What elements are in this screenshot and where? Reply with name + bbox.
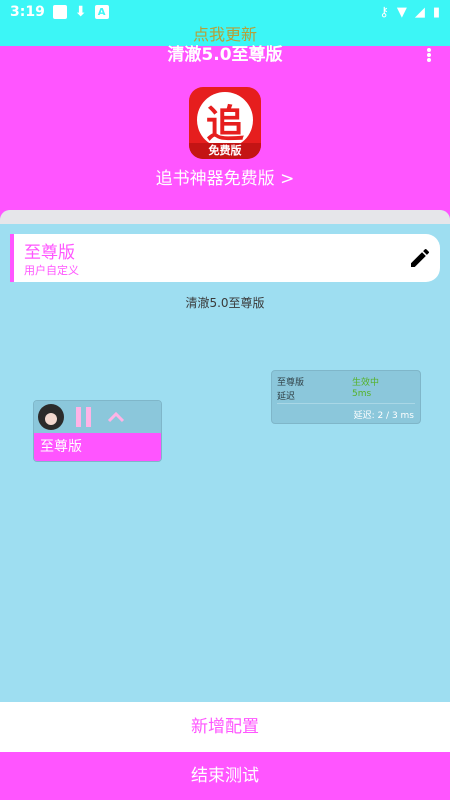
- stats-row2-value: 5ms: [352, 389, 372, 399]
- wifi-icon: ▼: [396, 4, 407, 20]
- signal-icon: ◢: [414, 4, 425, 20]
- pause-icon[interactable]: [76, 407, 92, 427]
- config-name: 至尊版: [24, 243, 75, 263]
- main-panel: 至尊版 用户自定义 清澈5.0至尊版 至尊版 生效中 延迟 5ms 延迟: 2 …: [0, 210, 450, 702]
- stats-divider: [277, 403, 415, 404]
- player-controls: [34, 401, 161, 433]
- player-label: 至尊版: [34, 433, 161, 461]
- vpn-key-icon: ⚷: [379, 4, 389, 20]
- app-icon-badge: 免费版: [189, 143, 261, 159]
- target-app-icon[interactable]: 追 免费版: [189, 87, 261, 159]
- stats-row2-label: 延迟: [277, 392, 296, 402]
- clock: 3:19: [10, 4, 45, 20]
- app-notification-icon: A: [94, 5, 109, 19]
- target-app-link[interactable]: 追书神器免费版 >: [0, 164, 450, 189]
- avatar[interactable]: [38, 404, 64, 430]
- status-line: 清澈5.0至尊版: [185, 296, 265, 310]
- add-config-button[interactable]: 新增配置: [0, 702, 450, 752]
- more-menu-icon[interactable]: [426, 48, 432, 62]
- stats-overlay[interactable]: 至尊版 生效中 延迟 5ms 延迟: 2 / 3 ms: [271, 370, 421, 424]
- stats-latency: 延迟: 2 / 3 ms: [353, 411, 414, 421]
- end-test-button[interactable]: 结束测试: [0, 752, 450, 800]
- page-title: 清澈5.0至尊版: [167, 45, 283, 65]
- stats-row1-value: 生效中: [352, 378, 380, 388]
- app-icon-glyph: 追: [197, 92, 253, 148]
- edit-pencil-icon[interactable]: [408, 246, 432, 270]
- stats-row1-label: 至尊版: [277, 378, 305, 388]
- status-bar: 3:19 ⬇ A ⚷ ▼ ◢ ▮: [0, 0, 450, 24]
- download-icon: ⬇: [74, 4, 87, 20]
- notification-square-icon: [52, 5, 67, 19]
- system-icons: ⚷ ▼ ◢ ▮: [379, 5, 440, 20]
- panel-top-strip: [0, 210, 450, 224]
- notification-icons: ⬇ A: [52, 4, 109, 20]
- floating-player[interactable]: 至尊版: [33, 400, 162, 462]
- config-type: 用户自定义: [24, 264, 79, 277]
- battery-icon: ▮: [432, 4, 440, 20]
- config-card[interactable]: 至尊版 用户自定义: [10, 234, 440, 282]
- chevron-up-icon[interactable]: [106, 407, 126, 427]
